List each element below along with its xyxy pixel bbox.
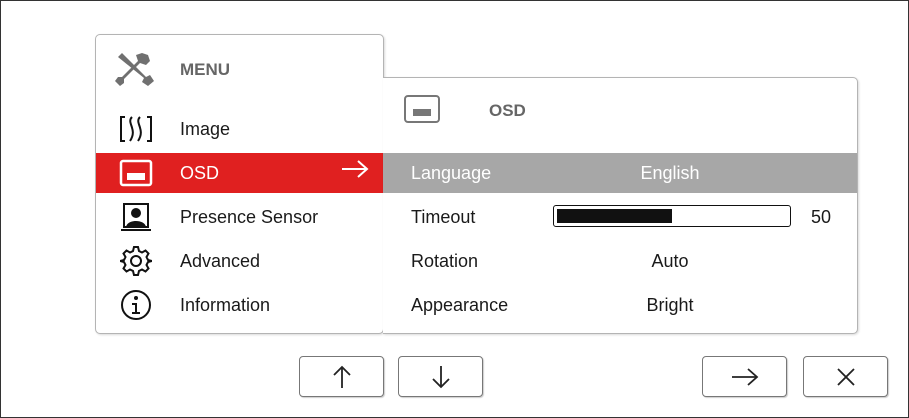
osd-submenu-panel: OSD Language English Timeout 50 Rotation… <box>383 77 858 334</box>
close-button[interactable] <box>803 356 888 397</box>
arrow-down-icon <box>430 365 452 389</box>
menu-item-label: OSD <box>180 163 220 183</box>
info-icon <box>116 287 156 323</box>
setting-label: Language <box>411 163 492 183</box>
gear-icon <box>116 243 156 279</box>
menu-item-label: Information <box>180 295 271 315</box>
main-menu-panel: MENU Image OSD Presence Sensor Advanced … <box>95 34 384 334</box>
arrow-right-icon <box>731 366 759 388</box>
menu-item-label: Presence Sensor <box>180 207 319 227</box>
menu-item-image[interactable]: Image <box>96 109 383 149</box>
menu-item-osd[interactable]: OSD <box>96 153 383 193</box>
setting-value: English <box>640 163 700 183</box>
osd-icon <box>403 94 441 129</box>
tools-icon <box>112 51 156 92</box>
close-icon <box>836 367 856 387</box>
arrow-right-icon <box>341 158 369 186</box>
image-adjust-icon <box>116 111 156 147</box>
setting-label: Rotation <box>411 251 479 271</box>
timeout-slider-fill <box>557 209 672 223</box>
down-button[interactable] <box>398 356 483 397</box>
arrow-up-icon <box>331 365 353 389</box>
person-icon <box>116 199 156 235</box>
setting-value: Bright <box>646 295 694 315</box>
enter-button[interactable] <box>702 356 787 397</box>
setting-row-appearance[interactable]: Appearance Bright <box>383 285 857 325</box>
up-button[interactable] <box>299 356 384 397</box>
menu-item-presence-sensor[interactable]: Presence Sensor <box>96 197 383 237</box>
menu-item-label: Image <box>180 119 231 139</box>
setting-label: Appearance <box>411 295 509 315</box>
setting-row-timeout[interactable]: Timeout 50 <box>383 197 857 237</box>
menu-title: MENU <box>180 60 231 79</box>
menu-item-label: Advanced <box>180 251 261 271</box>
menu-item-advanced[interactable]: Advanced <box>96 241 383 281</box>
setting-value: Auto <box>651 251 689 271</box>
osd-icon <box>116 155 156 191</box>
setting-row-rotation[interactable]: Rotation Auto <box>383 241 857 281</box>
menu-item-information[interactable]: Information <box>96 285 383 325</box>
timeout-slider[interactable] <box>553 205 791 227</box>
setting-label: Timeout <box>411 207 476 227</box>
setting-row-language[interactable]: Language English <box>383 153 857 193</box>
submenu-title: OSD <box>489 101 526 120</box>
setting-value: 50 <box>811 207 832 227</box>
